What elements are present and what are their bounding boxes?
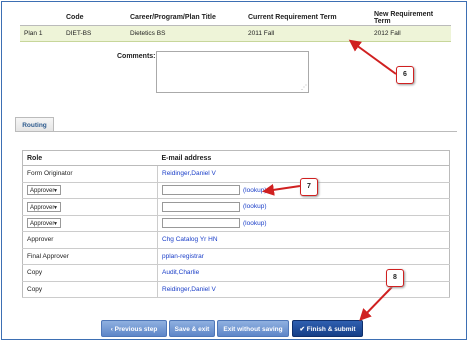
callout-8: 8	[386, 269, 404, 287]
callout-7: 7	[300, 178, 318, 196]
arrow-8	[359, 286, 393, 321]
arrow-7	[262, 183, 301, 196]
callout-6: 6	[396, 66, 414, 84]
arrow-6	[348, 39, 397, 75]
callout-arrows	[262, 39, 397, 321]
